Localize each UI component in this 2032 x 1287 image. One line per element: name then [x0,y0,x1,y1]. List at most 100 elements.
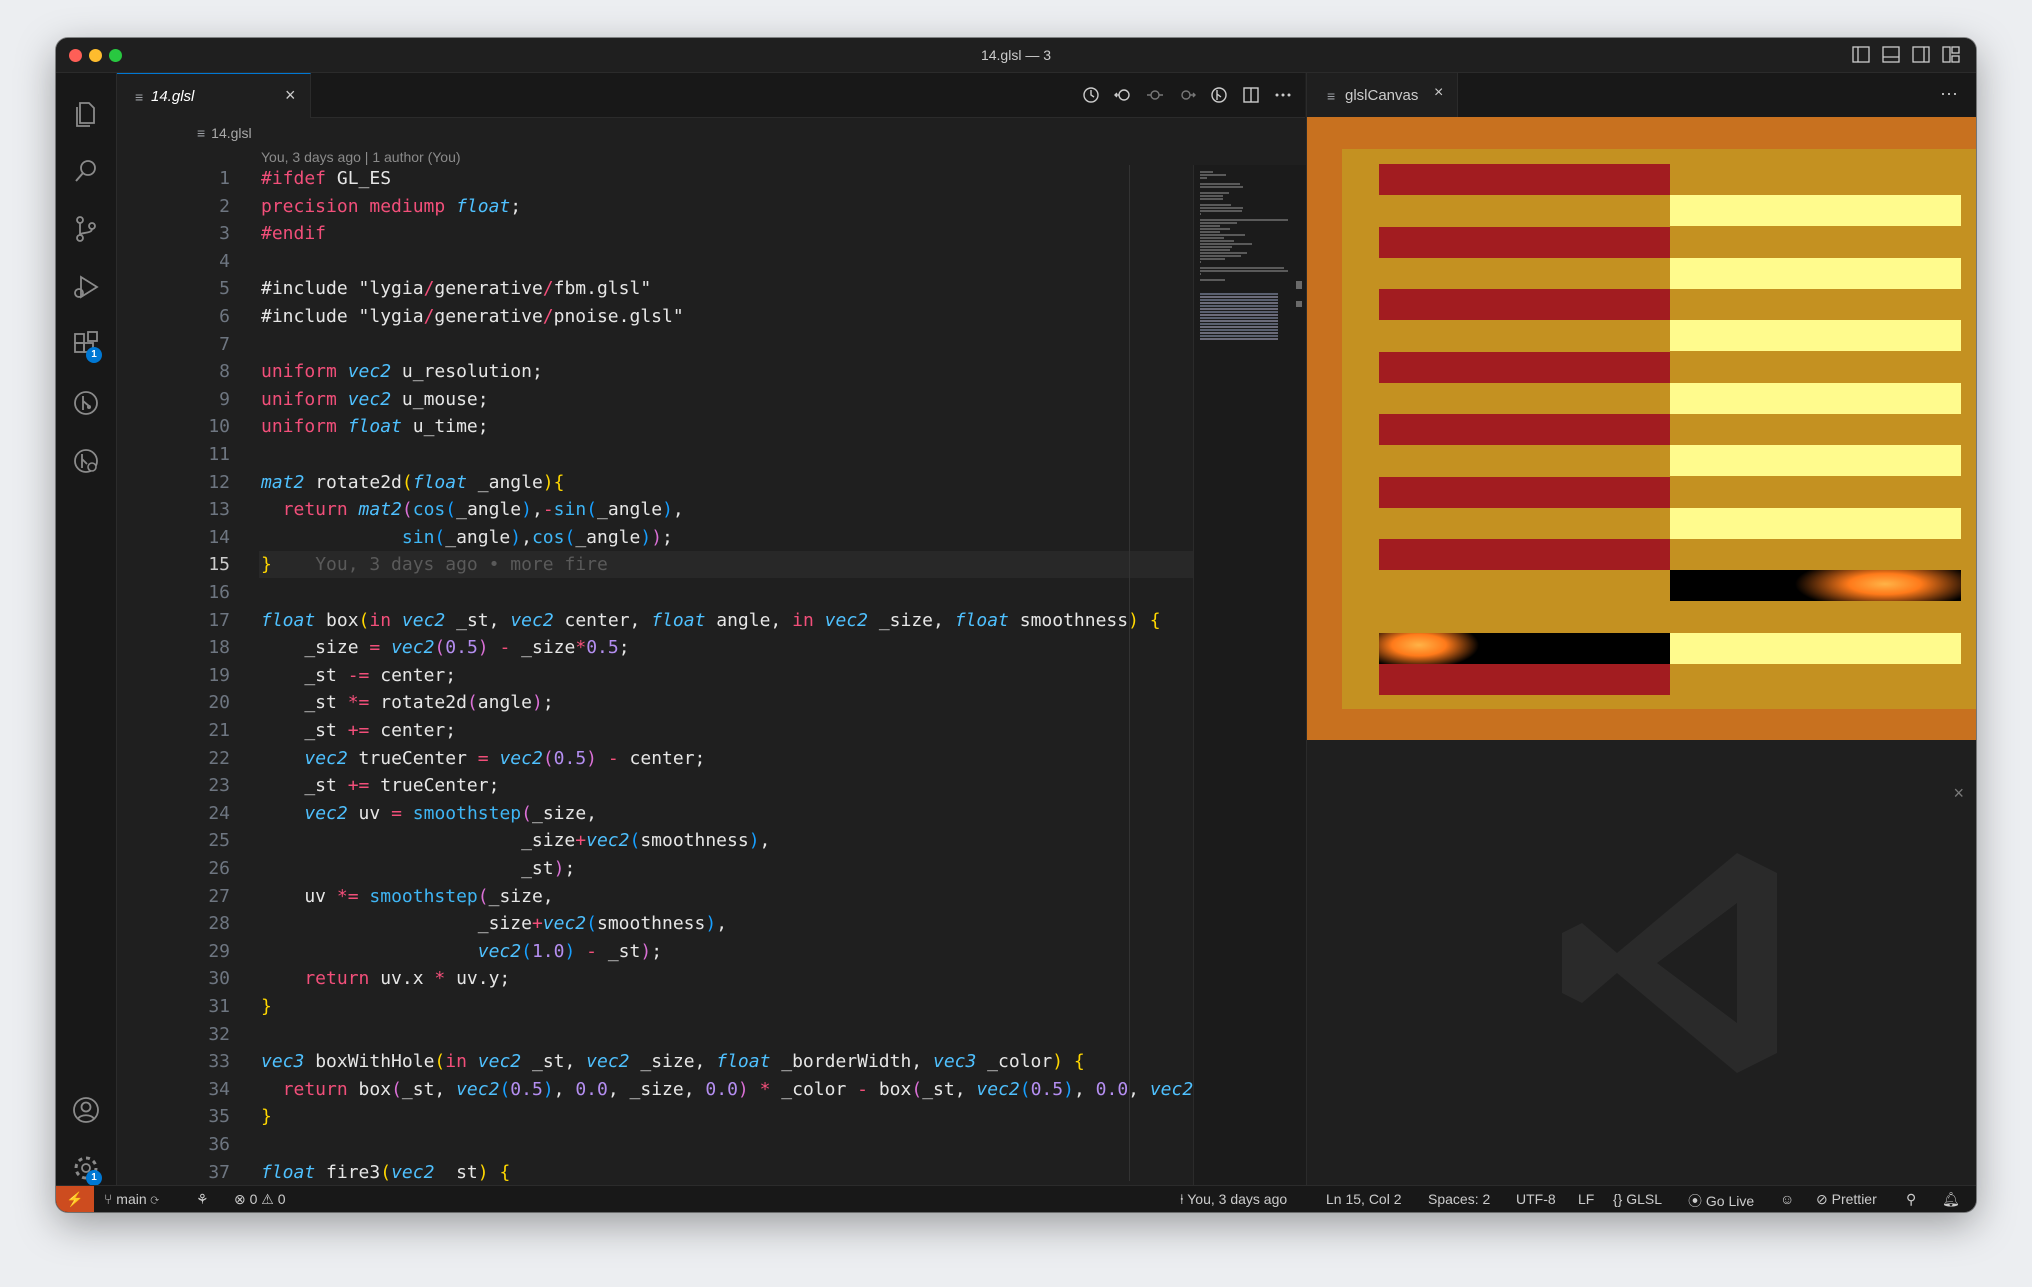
close-icon[interactable]: × [285,85,296,106]
revert-icon[interactable] [1113,85,1133,105]
code-line[interactable]: 37 float fire3(vec2 _st) { [117,1159,1193,1181]
shader-canvas[interactable] [1307,117,1976,740]
code-line[interactable]: 15} You, 3 days ago • more fire [117,551,1193,579]
run-debug-icon[interactable] [70,271,102,303]
code-editor[interactable]: 1 #ifdef GL_ES 2 precision mediump float; 3 #… [117,165,1193,1181]
notifications-bell-icon[interactable]: 🔔︎ [1942,1191,1960,1208]
extensions-icon[interactable]: 1 [70,329,102,363]
code-line[interactable]: 30 return uv.x * uv.y; [117,965,1193,992]
git-graph-icon[interactable] [70,387,102,419]
code-token: vec2 [347,361,392,383]
code-line[interactable]: 10 uniform float u_time; [117,413,1193,440]
breadcrumb[interactable]: ≡ 14.glsl [197,125,252,141]
blame-codelens[interactable]: You, 3 days ago | 1 author (You) [261,149,461,165]
code-token: angle, [705,609,793,631]
code-token: -= [347,664,370,686]
language-mode[interactable]: {} GLSL [1613,1191,1662,1207]
close-icon[interactable]: × [1434,84,1443,102]
code-line[interactable]: 21 _st += center; [117,717,1193,744]
encoding[interactable]: UTF-8 [1516,1191,1556,1207]
close-icon[interactable]: × [1953,783,1964,804]
remote-explorer-icon[interactable] [70,445,102,477]
code-line[interactable]: 8 uniform vec2 u_resolution; [117,358,1193,385]
account-icon[interactable] [70,1094,102,1126]
code-line[interactable]: 24 vec2 uv = smoothstep(_size, [117,800,1193,827]
code-token: ( [401,471,413,493]
code-line[interactable]: 11 [117,441,1193,468]
code-token: center; [369,664,457,686]
code-line[interactable]: 9 uniform vec2 u_mouse; [117,386,1193,413]
search-icon[interactable] [70,155,102,187]
customize-layout-icon[interactable] [1942,46,1960,63]
glsl-preview-icon[interactable] [1209,85,1229,105]
code-line[interactable]: 26 _st); [117,855,1193,882]
more-actions-icon[interactable] [1273,85,1293,105]
code-token: } [261,1106,272,1128]
code-line[interactable]: 2 precision mediump float; [117,193,1193,220]
code-line[interactable]: 17 float box(in vec2 _st, vec2 center, fl… [117,607,1193,634]
gear-icon[interactable]: 1 [70,1152,102,1186]
indentation[interactable]: Spaces: 2 [1428,1191,1490,1207]
explorer-icon[interactable] [70,97,102,129]
code-token: _st [261,775,348,797]
activity-bar: 1 1 [56,73,117,1186]
code-line[interactable]: 12 mat2 rotate2d(float _angle){ [117,469,1193,496]
next-change-icon[interactable] [1177,85,1197,105]
code-token: _size [261,637,370,659]
code-line[interactable]: 22 vec2 trueCenter = vec2(0.5) - center; [117,745,1193,772]
source-control-icon[interactable] [70,213,102,245]
live-share-icon[interactable]: ⚲ [1906,1191,1916,1208]
code-line[interactable]: 16 [117,579,1193,606]
code-line[interactable]: 25 _size+vec2(smoothness), [117,827,1193,854]
minimap-line [1200,279,1226,281]
code-line[interactable]: 20 _st *= rotate2d(angle); [117,689,1193,716]
code-token: ; [510,195,522,217]
code-line[interactable]: 18 _size = vec2(0.5) - _size*0.5; [117,634,1193,661]
code-line[interactable]: 28 _size+vec2(smoothness), [117,910,1193,937]
code-line[interactable]: 6 #include "lygia/generative/pnoise.glsl" [117,303,1193,330]
code-line[interactable]: 33 vec3 boxWithHole(in vec2 _st, vec2 _si… [117,1048,1193,1075]
split-editor-icon[interactable] [1241,85,1261,105]
code-line[interactable]: 1 #ifdef GL_ES [117,165,1193,192]
code-line[interactable]: 35} [117,1103,1193,1130]
previous-change-icon[interactable] [1145,85,1165,105]
minimap-line [1200,183,1240,185]
code-line[interactable]: 29 vec2(1.0) - _st); [117,938,1193,965]
code-line[interactable]: 27 uv *= smoothstep(_size, [117,883,1193,910]
cursor-position[interactable]: Ln 15, Col 2 [1326,1191,1402,1207]
copilot-icon[interactable]: ☺ [1780,1191,1794,1207]
code-line[interactable]: 4 [117,248,1193,275]
problems-indicator[interactable]: ⊗ 0 ⚠ 0 [234,1191,286,1208]
code-line[interactable]: 14 sin(_angle),cos(_angle)); [117,524,1193,551]
toggle-secondary-sidebar-icon[interactable] [1912,46,1930,63]
code-line[interactable]: 3 #endif [117,220,1193,247]
code-line[interactable]: 34 return box(_st, vec2(0.5), 0.0, _size… [117,1076,1193,1103]
tab-glsl-canvas[interactable]: ≡ glslCanvas × [1307,73,1458,117]
code-line[interactable]: 36 [117,1131,1193,1158]
tab-14-glsl[interactable]: ≡ 14.glsl × [117,73,311,118]
toggle-panel-icon[interactable] [1882,46,1900,63]
code-line[interactable]: 19 _st -= center; [117,662,1193,689]
minimap[interactable] [1193,165,1306,1186]
code-line[interactable]: 5 #include "lygia/generative/fbm.glsl" [117,275,1193,302]
more-actions-icon[interactable]: ··· [1940,83,1958,104]
code-token: _st [261,720,348,741]
go-live-button[interactable]: ⦿ Go Live [1688,1191,1754,1211]
blame-status[interactable]: ⍿ You, 3 days ago [1180,1191,1287,1208]
code-token: * [759,1078,771,1100]
prettier-status[interactable]: ⊘ Prettier [1816,1191,1877,1208]
code-line[interactable]: 31} [117,993,1193,1020]
code-line[interactable]: 23 _st += trueCenter; [117,772,1193,799]
code-token: ) [510,526,522,548]
code-line[interactable]: 7 [117,331,1193,358]
code-line[interactable]: 32 [117,1021,1193,1048]
branch-indicator[interactable]: ⑂ main ⟳ [104,1191,159,1207]
remote-indicator-icon[interactable]: ⚡ [56,1186,94,1212]
git-graph-status-icon[interactable]: ⚘ [196,1191,209,1208]
end-of-line[interactable]: LF [1578,1191,1594,1207]
timeline-icon[interactable] [1081,85,1101,105]
code-line[interactable]: 13 return mat2(cos(_angle),-sin(_angle), [117,496,1193,523]
toggle-primary-sidebar-icon[interactable] [1852,46,1870,63]
